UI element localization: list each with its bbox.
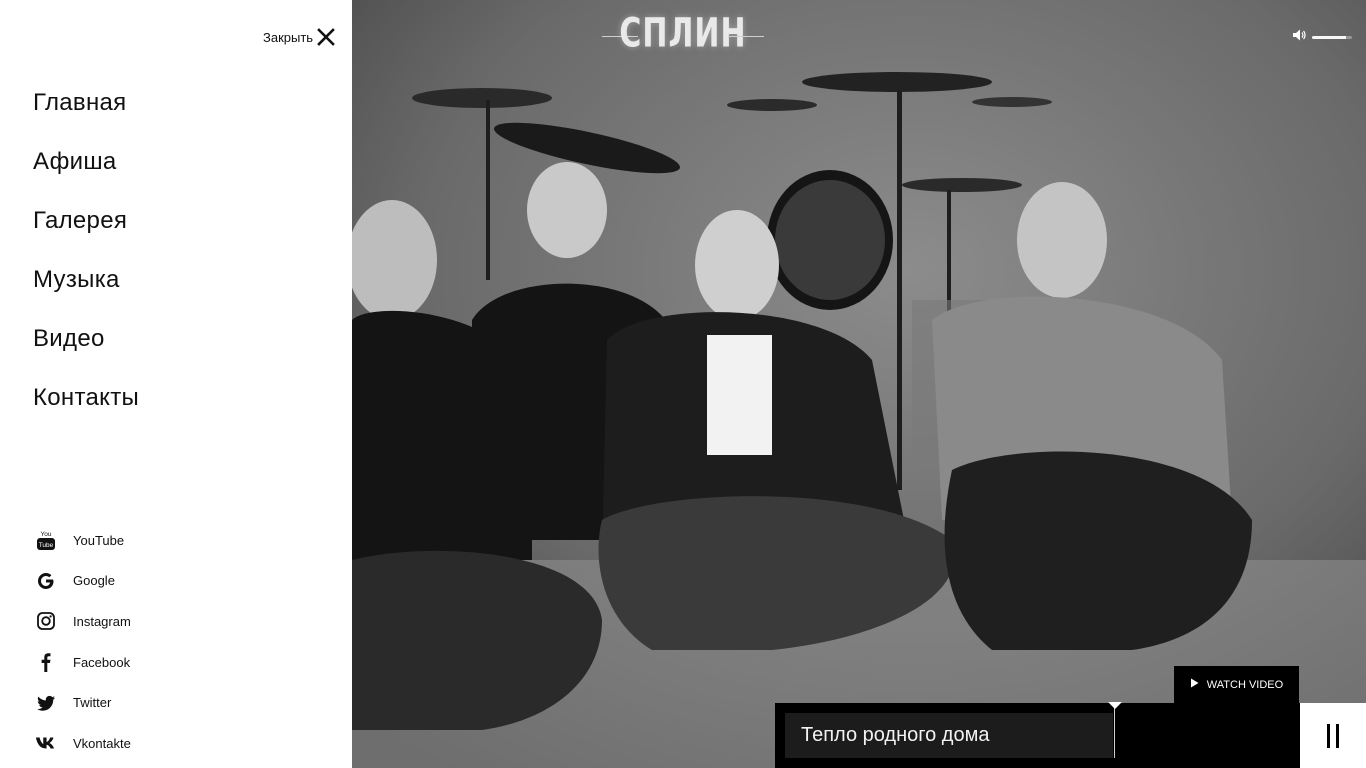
close-label: Закрыть	[263, 29, 314, 45]
pause-button[interactable]	[1300, 703, 1366, 768]
close-icon	[317, 28, 335, 46]
social-link-twitter[interactable]: Twitter	[35, 682, 131, 723]
facebook-icon	[35, 651, 57, 673]
volume-control[interactable]	[1292, 28, 1352, 47]
social-label: Vkontakte	[73, 735, 131, 751]
social-label: Facebook	[73, 654, 131, 670]
nav-item-video[interactable]: Видео	[33, 321, 139, 380]
social-link-google[interactable]: Google	[35, 561, 131, 602]
volume-slider[interactable]	[1312, 36, 1352, 39]
audio-player: Тепло родного дома	[775, 702, 1300, 768]
social-label: Google	[73, 573, 115, 589]
nav-item-afisha[interactable]: Афиша	[33, 144, 139, 203]
band-photo	[352, 0, 1366, 768]
play-icon	[1190, 678, 1199, 691]
main-nav: Главная Афиша Галерея Музыка Видео Конта…	[33, 85, 139, 439]
svg-text:Tube: Tube	[39, 542, 54, 549]
google-icon	[35, 570, 57, 592]
social-label: YouTube	[73, 532, 125, 548]
logo-line-right	[728, 36, 764, 37]
svg-text:You: You	[41, 531, 52, 538]
speaker-icon[interactable]	[1292, 28, 1306, 47]
instagram-icon	[35, 610, 57, 632]
vkontakte-icon	[35, 732, 57, 754]
band-logo[interactable]: СПЛИН	[602, 0, 764, 66]
watch-video-label: WATCH VIDEO	[1206, 678, 1284, 691]
logo-text: СПЛИН	[619, 9, 747, 57]
close-menu-button[interactable]: Закрыть	[263, 27, 335, 47]
pause-icon	[1324, 723, 1342, 748]
social-link-vkontakte[interactable]: Vkontakte	[35, 723, 131, 764]
social-links: You Tube YouTube Google Instagram Facebo…	[35, 520, 131, 764]
twitter-icon	[35, 692, 57, 714]
social-link-facebook[interactable]: Facebook	[35, 642, 131, 683]
nav-item-home[interactable]: Главная	[33, 85, 139, 144]
social-label: Instagram	[73, 613, 131, 629]
nav-item-music[interactable]: Музыка	[33, 262, 139, 321]
social-link-instagram[interactable]: Instagram	[35, 601, 131, 642]
track-title[interactable]: Тепло родного дома	[785, 713, 1113, 758]
progress-line[interactable]	[1114, 703, 1115, 758]
social-label: Twitter	[73, 695, 112, 711]
watch-video-button[interactable]: WATCH VIDEO	[1174, 666, 1299, 703]
social-link-youtube[interactable]: You Tube YouTube	[35, 520, 131, 561]
youtube-icon: You Tube	[35, 529, 57, 551]
hero-section: СПЛИН WATCH VIDEO Тепло родного дома	[352, 0, 1366, 768]
nav-item-gallery[interactable]: Галерея	[33, 203, 139, 262]
side-menu: Закрыть Главная Афиша Галерея Музыка Вид…	[0, 0, 352, 768]
nav-item-contacts[interactable]: Контакты	[33, 380, 139, 439]
progress-marker[interactable]	[1108, 702, 1122, 709]
